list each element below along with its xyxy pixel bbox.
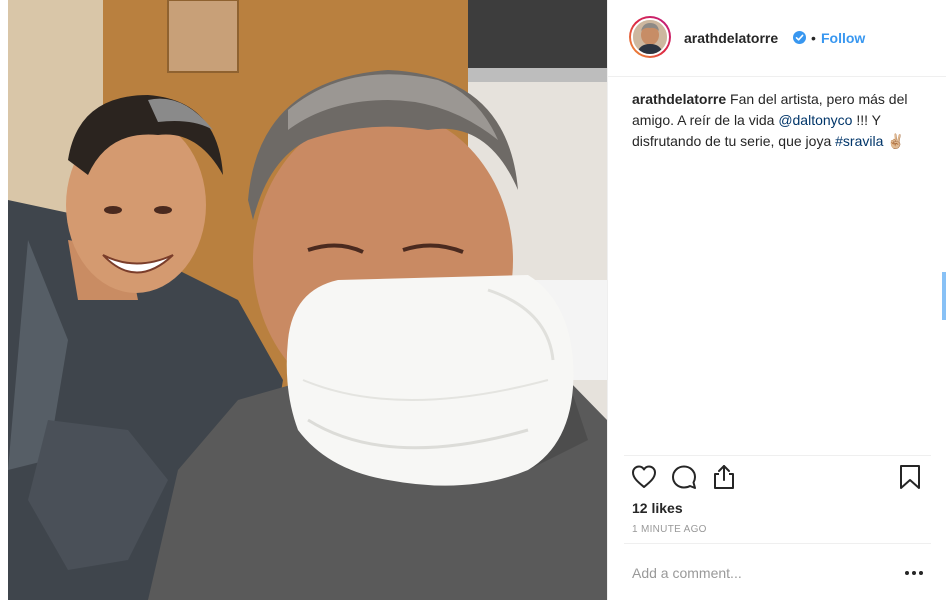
post-side-panel: arathdelatorre • Follow arathdelatorre F…: [607, 0, 946, 600]
share-icon[interactable]: [710, 463, 738, 491]
post-timestamp[interactable]: 1 MINUTE AGO: [632, 523, 707, 537]
more-options-icon[interactable]: [904, 566, 924, 580]
scroll-indicator: [942, 272, 946, 320]
caption-mention-link[interactable]: @daltonyco: [778, 112, 852, 128]
comment-bubble-icon[interactable]: [670, 463, 698, 491]
avatar-picture: [633, 20, 667, 54]
header-username[interactable]: arathdelatorre: [684, 29, 778, 47]
actions-divider: [624, 455, 931, 456]
left-margin: [0, 0, 8, 600]
post-caption: arathdelatorre Fan del artista, pero más…: [632, 89, 932, 152]
likes-count[interactable]: 12 likes: [632, 499, 683, 517]
caption-username[interactable]: arathdelatorre: [632, 91, 726, 107]
heart-icon[interactable]: [630, 463, 658, 491]
caption-emoji: ✌🏼: [883, 133, 905, 149]
avatar-image: [631, 18, 669, 56]
post-photo[interactable]: [8, 0, 607, 600]
caption-hashtag-link[interactable]: #sravila: [835, 133, 883, 149]
follow-button[interactable]: Follow: [814, 29, 865, 47]
avatar[interactable]: [629, 16, 671, 58]
comment-bar: [624, 543, 931, 600]
action-bar: [608, 463, 946, 495]
comment-input[interactable]: [632, 562, 882, 584]
bookmark-icon[interactable]: [896, 463, 924, 491]
instagram-post: arathdelatorre • Follow arathdelatorre F…: [0, 0, 946, 600]
verified-badge-icon: [793, 31, 806, 44]
selfie-photo: [8, 0, 607, 600]
post-header: arathdelatorre • Follow: [608, 0, 946, 77]
